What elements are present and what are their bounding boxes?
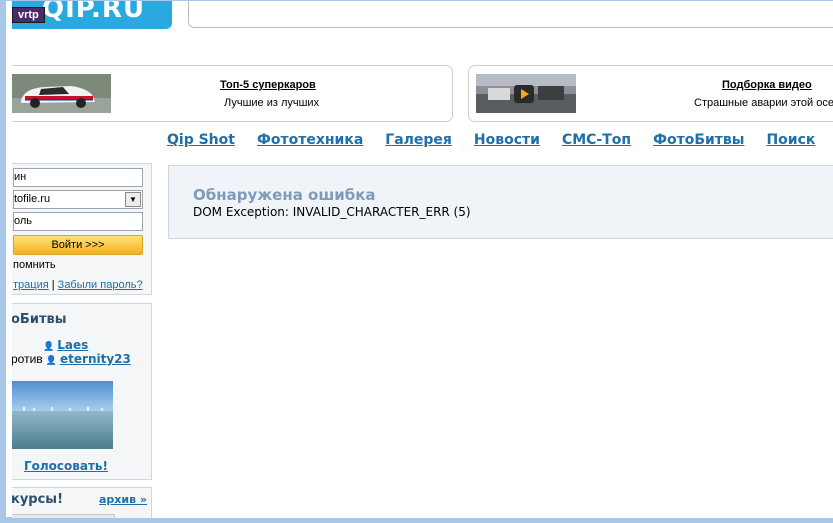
photobattles-title: оБитвы xyxy=(12,312,67,327)
domain-select[interactable]: tofile.ru ▼ xyxy=(13,190,143,209)
error-title: Обнаружена ошибка xyxy=(193,186,376,204)
promo-card-video[interactable]: Подборка видео Страшные аварии этой осе xyxy=(468,65,833,122)
logo-text: QIP.RU xyxy=(42,1,146,24)
contests-title: курсы! xyxy=(12,492,63,507)
nav-item-gallery[interactable]: Галерея xyxy=(385,132,452,148)
user-icon: 👤 xyxy=(45,355,57,365)
page-viewport: QIP.RU vrtp Топ-5 суперкаров Лучшие из л… xyxy=(12,1,833,518)
supercar-thumbnail xyxy=(12,74,111,113)
nav-item-photobattles[interactable]: ФотоБитвы xyxy=(653,132,744,148)
contests-panel: курсы! архив » xyxy=(12,487,152,518)
nav-item-news[interactable]: Новости xyxy=(474,132,540,148)
password-input[interactable]: оль xyxy=(13,212,143,231)
battle-user-2: ротив 👤 eternity23 xyxy=(12,352,131,366)
login-links: трация | Забыли пароль? xyxy=(13,279,143,291)
battle-photo[interactable] xyxy=(12,381,113,449)
promo-title[interactable]: Топ-5 суперкаров xyxy=(220,79,316,91)
contests-tab-strip xyxy=(12,514,115,518)
archive-link[interactable]: архив » xyxy=(99,493,147,506)
browser-window: QIP.RU vrtp Топ-5 суперкаров Лучшие из л… xyxy=(0,0,833,523)
top-search-bar[interactable] xyxy=(188,1,833,28)
user-icon: 👤 xyxy=(43,341,55,351)
error-panel: Обнаружена ошибка DOM Exception: INVALID… xyxy=(168,165,833,239)
nav-item-search[interactable]: Поиск xyxy=(766,132,815,148)
vote-link[interactable]: Голосовать! xyxy=(24,459,108,473)
nav-item-qip-shot[interactable]: Qip Shot xyxy=(167,132,235,148)
video-thumbnail xyxy=(476,74,576,113)
versus-label: ротив xyxy=(12,352,43,366)
vrtp-badge: vrtp xyxy=(12,7,45,23)
promo-title[interactable]: Подборка видео xyxy=(722,79,812,91)
domain-select-value: tofile.ru xyxy=(14,193,51,205)
login-panel: ин tofile.ru ▼ оль Войти >>> помнить тра… xyxy=(12,163,152,295)
links-separator: | xyxy=(51,279,55,291)
forgot-password-link[interactable]: Забыли пароль? xyxy=(58,279,143,291)
remember-me-checkbox[interactable]: помнить xyxy=(13,259,56,271)
promo-subtitle: Страшные аварии этой осе xyxy=(694,97,833,109)
nav-item-sms-top[interactable]: СМС-Топ xyxy=(562,132,631,148)
main-nav: Qip Shot Фототехника Галерея Новости СМС-Топ… xyxy=(167,132,833,148)
promo-subtitle: Лучшие из лучших xyxy=(224,97,320,109)
error-message: DOM Exception: INVALID_CHARACTER_ERR (5) xyxy=(193,205,471,219)
photobattles-panel: оБитвы 👤 Laes ротив 👤 eternity23 Голосов… xyxy=(12,303,152,480)
promo-card-supercars[interactable]: Топ-5 суперкаров Лучшие из лучших xyxy=(12,65,453,122)
battle-user-1: 👤 Laes xyxy=(43,338,88,352)
register-link[interactable]: трация xyxy=(13,279,49,291)
nav-item-phototech[interactable]: Фототехника xyxy=(257,132,363,148)
chevron-down-icon[interactable]: ▼ xyxy=(125,192,141,207)
user-link-eternity23[interactable]: eternity23 xyxy=(60,352,131,366)
login-input[interactable]: ин xyxy=(13,168,143,187)
user-link-laes[interactable]: Laes xyxy=(57,338,88,352)
login-button[interactable]: Войти >>> xyxy=(13,235,143,255)
